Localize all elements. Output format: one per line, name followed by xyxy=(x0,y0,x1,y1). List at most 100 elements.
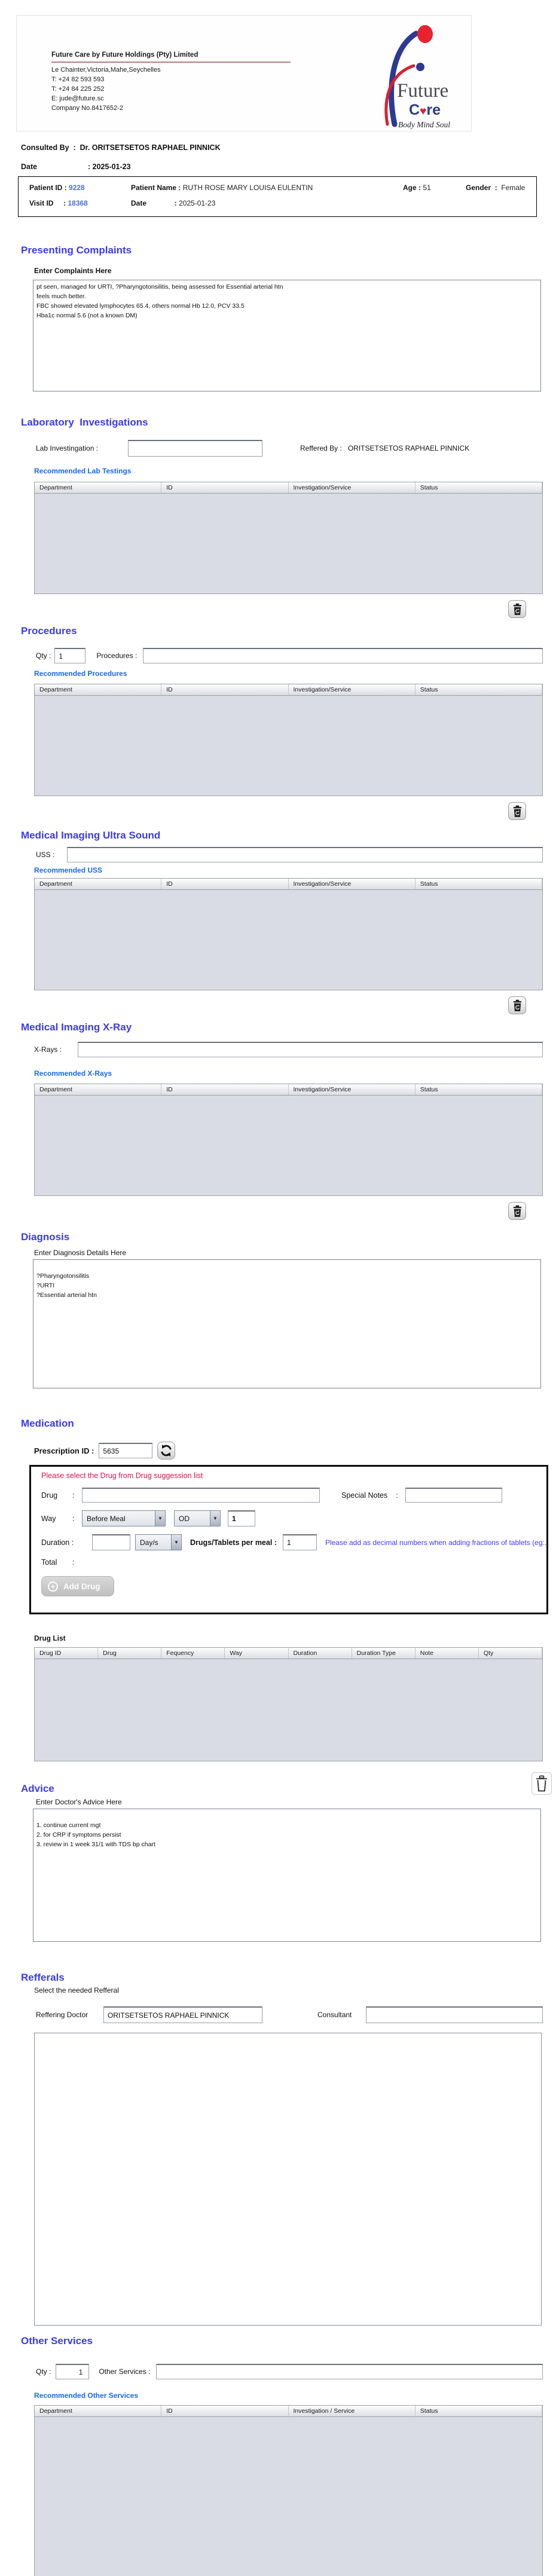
column-header[interactable]: Department xyxy=(35,684,161,695)
medication-heading: Medication xyxy=(21,1418,556,1430)
column-header[interactable]: Status xyxy=(416,684,542,695)
column-header[interactable]: Status xyxy=(416,482,542,493)
uss-heading: Medical Imaging Ultra Sound xyxy=(21,830,556,842)
lab-table-header: DepartmentIDInvestigation/ServiceStatus xyxy=(35,482,542,494)
total-label: Total xyxy=(41,1558,72,1567)
uss-input[interactable] xyxy=(67,847,543,862)
duration-type-select[interactable]: Day/s▼ xyxy=(135,1534,182,1550)
column-header[interactable]: ID xyxy=(161,2406,288,2416)
column-header[interactable]: Status xyxy=(416,1084,542,1095)
column-header[interactable]: Investigation/Service xyxy=(289,1084,416,1095)
frequency-select[interactable]: OD▼ xyxy=(174,1510,221,1526)
consultation-date-line: Date: 2025-01-23 xyxy=(21,163,556,171)
procedures-table: DepartmentIDInvestigation/ServiceStatus xyxy=(34,684,543,796)
chevron-down-icon: ▼ xyxy=(171,1535,181,1550)
other-services-table-body[interactable] xyxy=(35,2417,542,2576)
xray-table-body[interactable] xyxy=(35,1096,542,1195)
procedures-qty-input[interactable] xyxy=(54,648,85,663)
lab-investigation-input[interactable] xyxy=(128,440,262,457)
lab-table: DepartmentIDInvestigation/ServiceStatus xyxy=(34,482,543,594)
consulted-by-label: Consulted By : xyxy=(21,143,80,152)
recommended-lab-link[interactable]: Recommended Lab Testings xyxy=(34,467,556,475)
referred-by-value: ORITSETSETOS RAPHAEL PINNICK xyxy=(348,444,469,452)
column-header[interactable]: Fequency xyxy=(161,1648,225,1659)
colon: : xyxy=(396,1491,405,1500)
drug-warning-text: Please select the Drug from Drug suggess… xyxy=(41,1471,546,1480)
column-header[interactable]: Department xyxy=(35,2406,161,2416)
procedures-label: Procedures : xyxy=(96,651,137,660)
drug-list-table-body[interactable] xyxy=(35,1659,542,1761)
duration-input[interactable] xyxy=(92,1534,130,1550)
column-header[interactable]: Investigation/Service xyxy=(289,482,416,493)
meal-select[interactable]: Before Meal▼ xyxy=(82,1510,166,1526)
column-header[interactable]: ID xyxy=(161,879,288,889)
column-header[interactable]: Department xyxy=(35,1084,161,1095)
column-header[interactable]: Note xyxy=(416,1648,479,1659)
recommended-uss-link[interactable]: Recommended USS xyxy=(34,866,556,874)
lab-investigation-label: Lab Investingation : xyxy=(36,444,128,452)
procedures-heading: Procedures xyxy=(21,625,556,637)
lab-table-body[interactable] xyxy=(35,494,542,593)
consultant-input[interactable] xyxy=(366,2006,543,2023)
clear-procedures-button[interactable] xyxy=(508,802,526,820)
other-qty-input[interactable] xyxy=(56,2364,89,2379)
column-header[interactable]: Investigation/Service xyxy=(289,879,416,889)
refferals-sub-label: Select the needed Refferal xyxy=(34,1986,556,1994)
column-header[interactable]: Investigation/Service xyxy=(289,684,416,695)
clear-drug-list-button[interactable] xyxy=(531,1772,552,1795)
consulted-by-line: Consulted By : Dr. ORITSETSETOS RAPHAEL … xyxy=(21,143,556,152)
add-drug-button[interactable]: + Add Drug xyxy=(41,1576,114,1596)
column-header[interactable]: Investigation / Service xyxy=(289,2406,416,2416)
advice-heading: Advice xyxy=(21,1783,556,1795)
column-header[interactable]: Duration Type xyxy=(352,1648,416,1659)
other-services-input[interactable] xyxy=(156,2364,543,2379)
column-header[interactable]: Drug ID xyxy=(35,1648,98,1659)
procedures-table-body[interactable] xyxy=(35,696,542,796)
uss-table-body[interactable] xyxy=(35,890,542,990)
date-value: : 2025-01-23 xyxy=(88,163,131,171)
frequency-qty-input[interactable] xyxy=(228,1510,255,1526)
chevron-down-icon: ▼ xyxy=(155,1511,165,1526)
column-header[interactable]: Department xyxy=(35,879,161,889)
refresh-prescription-button[interactable] xyxy=(157,1442,175,1460)
other-services-label: Other Services : xyxy=(99,2367,150,2376)
drug-list-label: Drug List xyxy=(34,1634,556,1642)
drug-list-table: Drug IDDrugFequencyWayDurationDuration T… xyxy=(34,1647,543,1761)
uss-table: DepartmentIDInvestigation/ServiceStatus xyxy=(34,878,543,990)
recommended-procedures-link[interactable]: Recommended Procedures xyxy=(34,669,556,678)
per-meal-input[interactable] xyxy=(283,1534,317,1550)
recommended-xray-link[interactable]: Recommended X-Rays xyxy=(34,1069,556,1078)
company-number: Company No.8417652-2 xyxy=(51,105,123,112)
xray-input[interactable] xyxy=(78,1042,543,1057)
visit-date-label: Date : xyxy=(131,199,179,207)
column-header[interactable]: Department xyxy=(35,482,161,493)
clear-lab-button[interactable] xyxy=(508,600,526,618)
advice-textarea[interactable]: 1. continue current mgt 2. for CRP if sy… xyxy=(33,1809,541,1942)
column-header[interactable]: Way xyxy=(225,1648,288,1659)
prescription-id-input[interactable] xyxy=(99,1443,152,1458)
column-header[interactable]: Drug xyxy=(98,1648,161,1659)
procedures-input[interactable] xyxy=(143,648,543,663)
drug-input[interactable] xyxy=(82,1488,320,1503)
advice-sub-label: Enter Doctor's Advice Here xyxy=(36,1798,556,1806)
column-header[interactable]: ID xyxy=(161,1084,288,1095)
column-header[interactable]: Duration xyxy=(289,1648,352,1659)
future-care-logo-icon: Future C♥re Body Mind Soul xyxy=(363,24,466,130)
complaints-textarea[interactable]: pt seen, managed for URTI, ?Pharyngotons… xyxy=(33,280,541,391)
column-header[interactable]: Status xyxy=(416,2406,542,2416)
special-notes-input[interactable] xyxy=(405,1488,502,1503)
clear-uss-button[interactable] xyxy=(508,996,526,1014)
column-header[interactable]: ID xyxy=(161,482,288,493)
column-header[interactable]: ID xyxy=(161,684,288,695)
clear-xray-button[interactable] xyxy=(508,1202,526,1220)
diagnosis-textarea[interactable]: ?Pharyngotonsilitis ?URTI ?Essential art… xyxy=(33,1259,541,1388)
column-header[interactable]: Status xyxy=(416,879,542,889)
column-header[interactable]: Qty xyxy=(479,1648,542,1659)
logo-word-future: Future xyxy=(397,80,448,102)
diagnosis-sub-label: Enter Diagnosis Details Here xyxy=(34,1249,556,1257)
refferals-listbox[interactable] xyxy=(34,2033,542,2326)
patient-info-box: Patient ID : 9228 Patient Name : RUTH RO… xyxy=(18,176,537,217)
consultation-page: Future Care by Future Holdings (Pty) Lim… xyxy=(0,0,556,2576)
reffering-doctor-input[interactable] xyxy=(103,2006,262,2023)
recommended-other-services-link[interactable]: Recommended Other Services xyxy=(34,2391,556,2400)
